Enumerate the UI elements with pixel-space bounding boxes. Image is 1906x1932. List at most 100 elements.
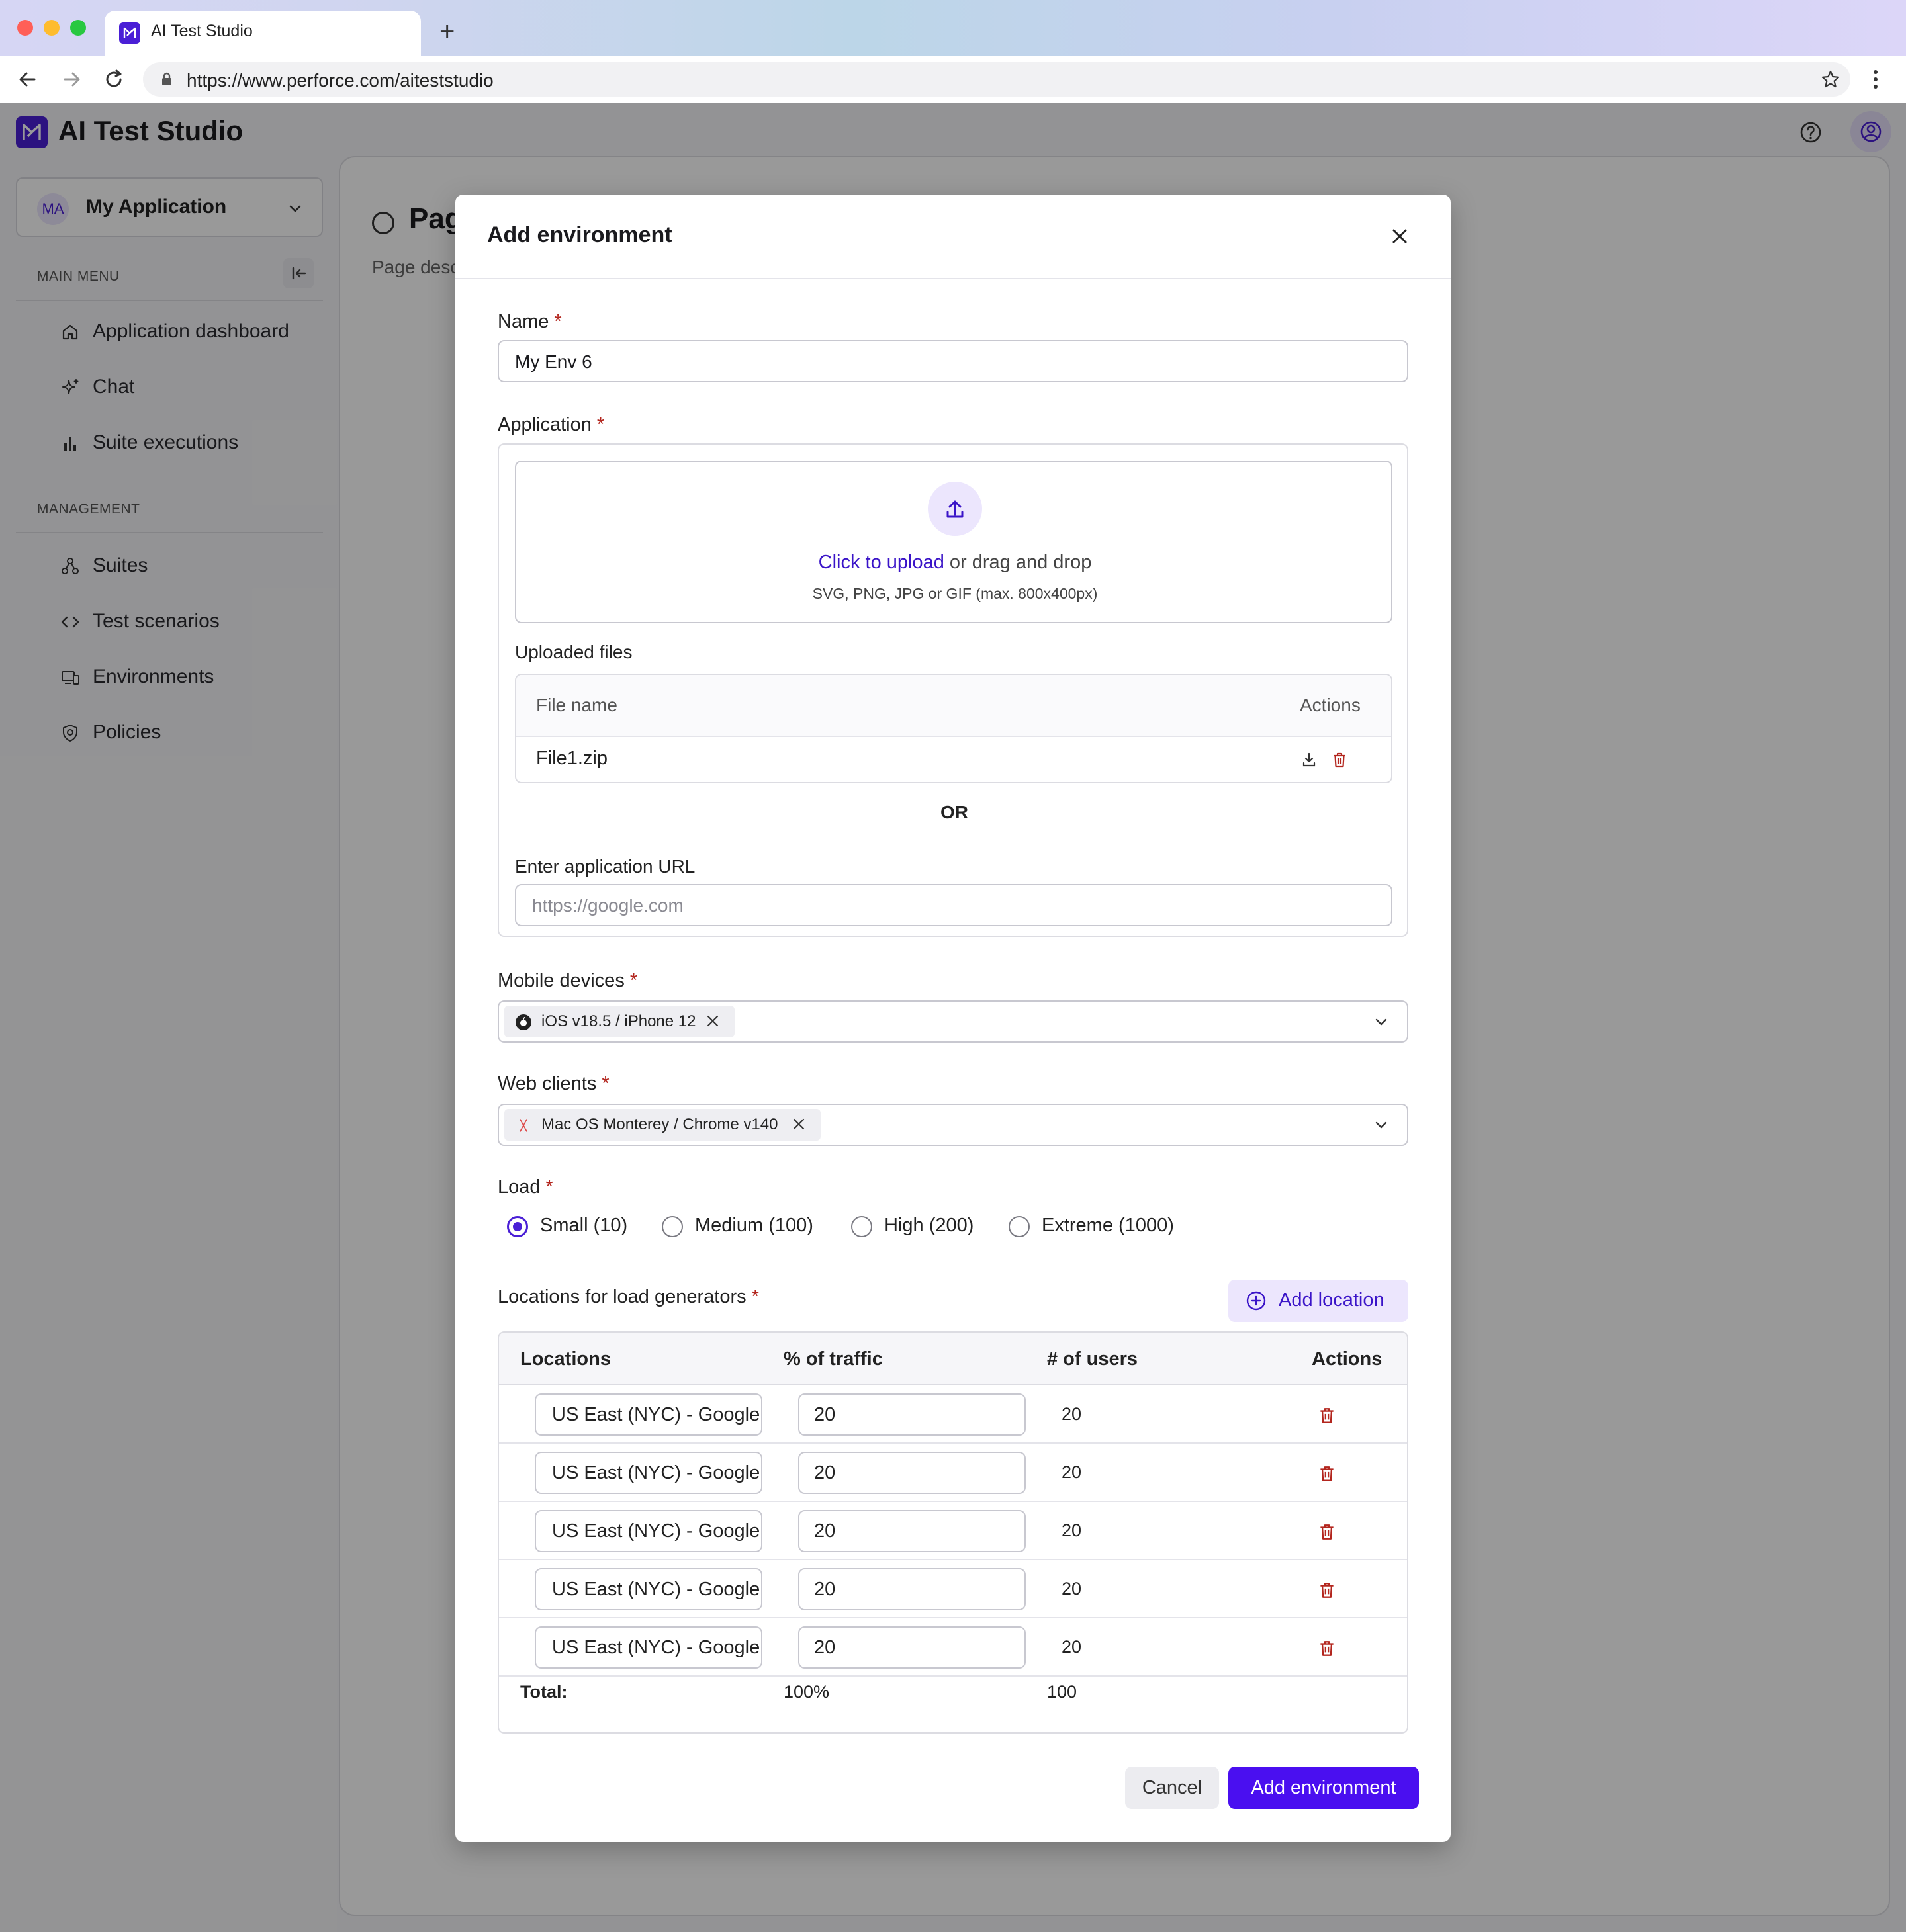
browser-menu-icon[interactable]: [1868, 67, 1883, 91]
total-label: Total:: [520, 1682, 568, 1702]
load-option-extreme[interactable]: Extreme (1000): [1009, 1213, 1181, 1240]
delete-icon[interactable]: [1317, 1522, 1337, 1542]
mobile-devices-label: Mobile devices *: [498, 970, 638, 991]
traffic-input[interactable]: 20: [798, 1568, 1026, 1610]
upload-icon: [928, 482, 982, 536]
table-header: File name Actions: [516, 675, 1391, 737]
traffic-input[interactable]: 20: [798, 1626, 1026, 1669]
click-to-upload-link[interactable]: Click to upload: [819, 552, 944, 573]
mobile-device-chip: iOS v18.5 / iPhone 12: [504, 1006, 735, 1037]
total-traffic: 100%: [784, 1682, 830, 1702]
users-count: 20: [1062, 1462, 1082, 1482]
location-select[interactable]: US East (NYC) - Google Cloud: [535, 1452, 762, 1494]
cancel-button[interactable]: Cancel: [1125, 1767, 1219, 1809]
add-environment-modal: Add environment Name * My Env 6 Applicati…: [455, 195, 1451, 1842]
application-url-placeholder[interactable]: https://google.com: [532, 895, 684, 916]
column-header-actions: Actions: [1312, 1348, 1383, 1370]
location-select[interactable]: US East (NYC) - Google Cloud: [535, 1626, 762, 1669]
apple-icon: [515, 1014, 532, 1031]
reload-icon[interactable]: [102, 67, 126, 91]
window-maximize-button[interactable]: [70, 20, 86, 36]
radio-unselected[interactable]: [1009, 1216, 1030, 1237]
app-logo-icon: [119, 22, 140, 44]
lock-icon[interactable]: [159, 71, 175, 87]
application-url-input[interactable]: https://google.com: [515, 884, 1392, 926]
load-option-high[interactable]: High (200): [851, 1213, 983, 1240]
radio-label: High (200): [884, 1215, 974, 1236]
modal-title: Add environment: [487, 222, 672, 247]
download-icon[interactable]: [1300, 750, 1318, 769]
radio-unselected[interactable]: [851, 1216, 872, 1237]
radio-selected[interactable]: [507, 1216, 528, 1237]
or-divider: OR: [940, 802, 968, 822]
users-count: 20: [1062, 1579, 1082, 1599]
delete-icon[interactable]: [1317, 1464, 1337, 1483]
traffic-input[interactable]: 20: [798, 1393, 1026, 1436]
add-location-button[interactable]: Add location: [1228, 1280, 1408, 1322]
total-users: 100: [1047, 1682, 1077, 1702]
application-url-label: Enter application URL: [515, 856, 696, 877]
column-header-locations: Locations: [520, 1348, 611, 1370]
upload-dropzone[interactable]: Click to upload or drag and drop SVG, PN…: [515, 461, 1392, 623]
delete-icon[interactable]: [1330, 750, 1349, 769]
remove-chip-icon[interactable]: [792, 1117, 806, 1131]
traffic-input[interactable]: 20: [798, 1452, 1026, 1494]
forward-icon[interactable]: [60, 67, 83, 91]
web-client-chip: Mac OS Monterey / Chrome v140: [504, 1109, 821, 1141]
window-close-button[interactable]: [17, 20, 33, 36]
url-text[interactable]: https://www.perforce.com/aiteststudio: [187, 70, 494, 91]
mobile-device-chip-label: iOS v18.5 / iPhone 12: [541, 1012, 696, 1030]
web-clients-label: Web clients *: [498, 1073, 610, 1094]
column-header-users: # of users: [1047, 1348, 1138, 1370]
table-row: US East (NYC) - Google Cloud 20 20: [499, 1618, 1407, 1677]
bookmark-star-icon[interactable]: [1820, 69, 1841, 90]
column-header-file-name: File name: [536, 695, 617, 715]
delete-icon[interactable]: [1317, 1638, 1337, 1658]
web-client-chip-label: Mac OS Monterey / Chrome v140: [541, 1116, 778, 1133]
upload-hint: SVG, PNG, JPG or GIF (max. 800x400px): [812, 585, 1098, 602]
close-icon[interactable]: [1386, 222, 1414, 250]
table-row: US East (NYC) - Google Cloud 20 20: [499, 1385, 1407, 1444]
macos-icon: [515, 1117, 532, 1134]
users-count: 20: [1062, 1404, 1082, 1424]
column-header-actions: Actions: [1300, 695, 1361, 715]
name-input-value[interactable]: My Env 6: [515, 351, 592, 373]
location-select[interactable]: US East (NYC) - Google Cloud: [535, 1393, 762, 1436]
modal-header: Add environment: [455, 195, 1451, 279]
application-label: Application *: [498, 414, 605, 435]
delete-icon[interactable]: [1317, 1405, 1337, 1425]
name-label: Name *: [498, 311, 562, 332]
application-box: Click to upload or drag and drop SVG, PN…: [498, 443, 1408, 937]
add-environment-button-label: Add environment: [1251, 1777, 1396, 1798]
address-bar[interactable]: https://www.perforce.com/aiteststudio: [143, 62, 1850, 97]
add-environment-button[interactable]: Add environment: [1228, 1767, 1419, 1809]
back-icon[interactable]: [16, 67, 40, 91]
browser-tab[interactable]: AI Test Studio: [105, 11, 421, 56]
table-row: US East (NYC) - Google Cloud 20 20: [499, 1560, 1407, 1618]
remove-chip-icon[interactable]: [705, 1014, 720, 1028]
window-minimize-button[interactable]: [44, 20, 60, 36]
table-header: Locations % of traffic # of users Action…: [499, 1333, 1407, 1385]
web-clients-select[interactable]: Mac OS Monterey / Chrome v140: [498, 1104, 1408, 1146]
load-label: Load *: [498, 1176, 553, 1198]
table-row: US East (NYC) - Google Cloud 20 20: [499, 1444, 1407, 1502]
radio-unselected[interactable]: [662, 1216, 683, 1237]
locations-label: Locations for load generators *: [498, 1286, 759, 1307]
traffic-input[interactable]: 20: [798, 1510, 1026, 1552]
chevron-down-icon[interactable]: [1373, 1014, 1390, 1031]
table-row: US East (NYC) - Google Cloud 20 20: [499, 1502, 1407, 1560]
location-select[interactable]: US East (NYC) - Google Cloud: [535, 1510, 762, 1552]
users-count: 20: [1062, 1637, 1082, 1657]
name-input[interactable]: My Env 6: [498, 340, 1408, 382]
file-name: File1.zip: [536, 748, 608, 769]
chevron-down-icon[interactable]: [1373, 1117, 1390, 1134]
radio-label: Extreme (1000): [1042, 1215, 1174, 1236]
new-tab-button[interactable]: +: [439, 19, 455, 45]
mobile-devices-select[interactable]: iOS v18.5 / iPhone 12: [498, 1000, 1408, 1043]
location-select[interactable]: US East (NYC) - Google Cloud: [535, 1568, 762, 1610]
delete-icon[interactable]: [1317, 1580, 1337, 1600]
plus-circle-icon: [1246, 1290, 1267, 1311]
load-option-small[interactable]: Small (10): [507, 1213, 639, 1240]
load-option-medium[interactable]: Medium (100): [662, 1213, 827, 1240]
browser-toolbar: https://www.perforce.com/aiteststudio: [0, 56, 1906, 103]
